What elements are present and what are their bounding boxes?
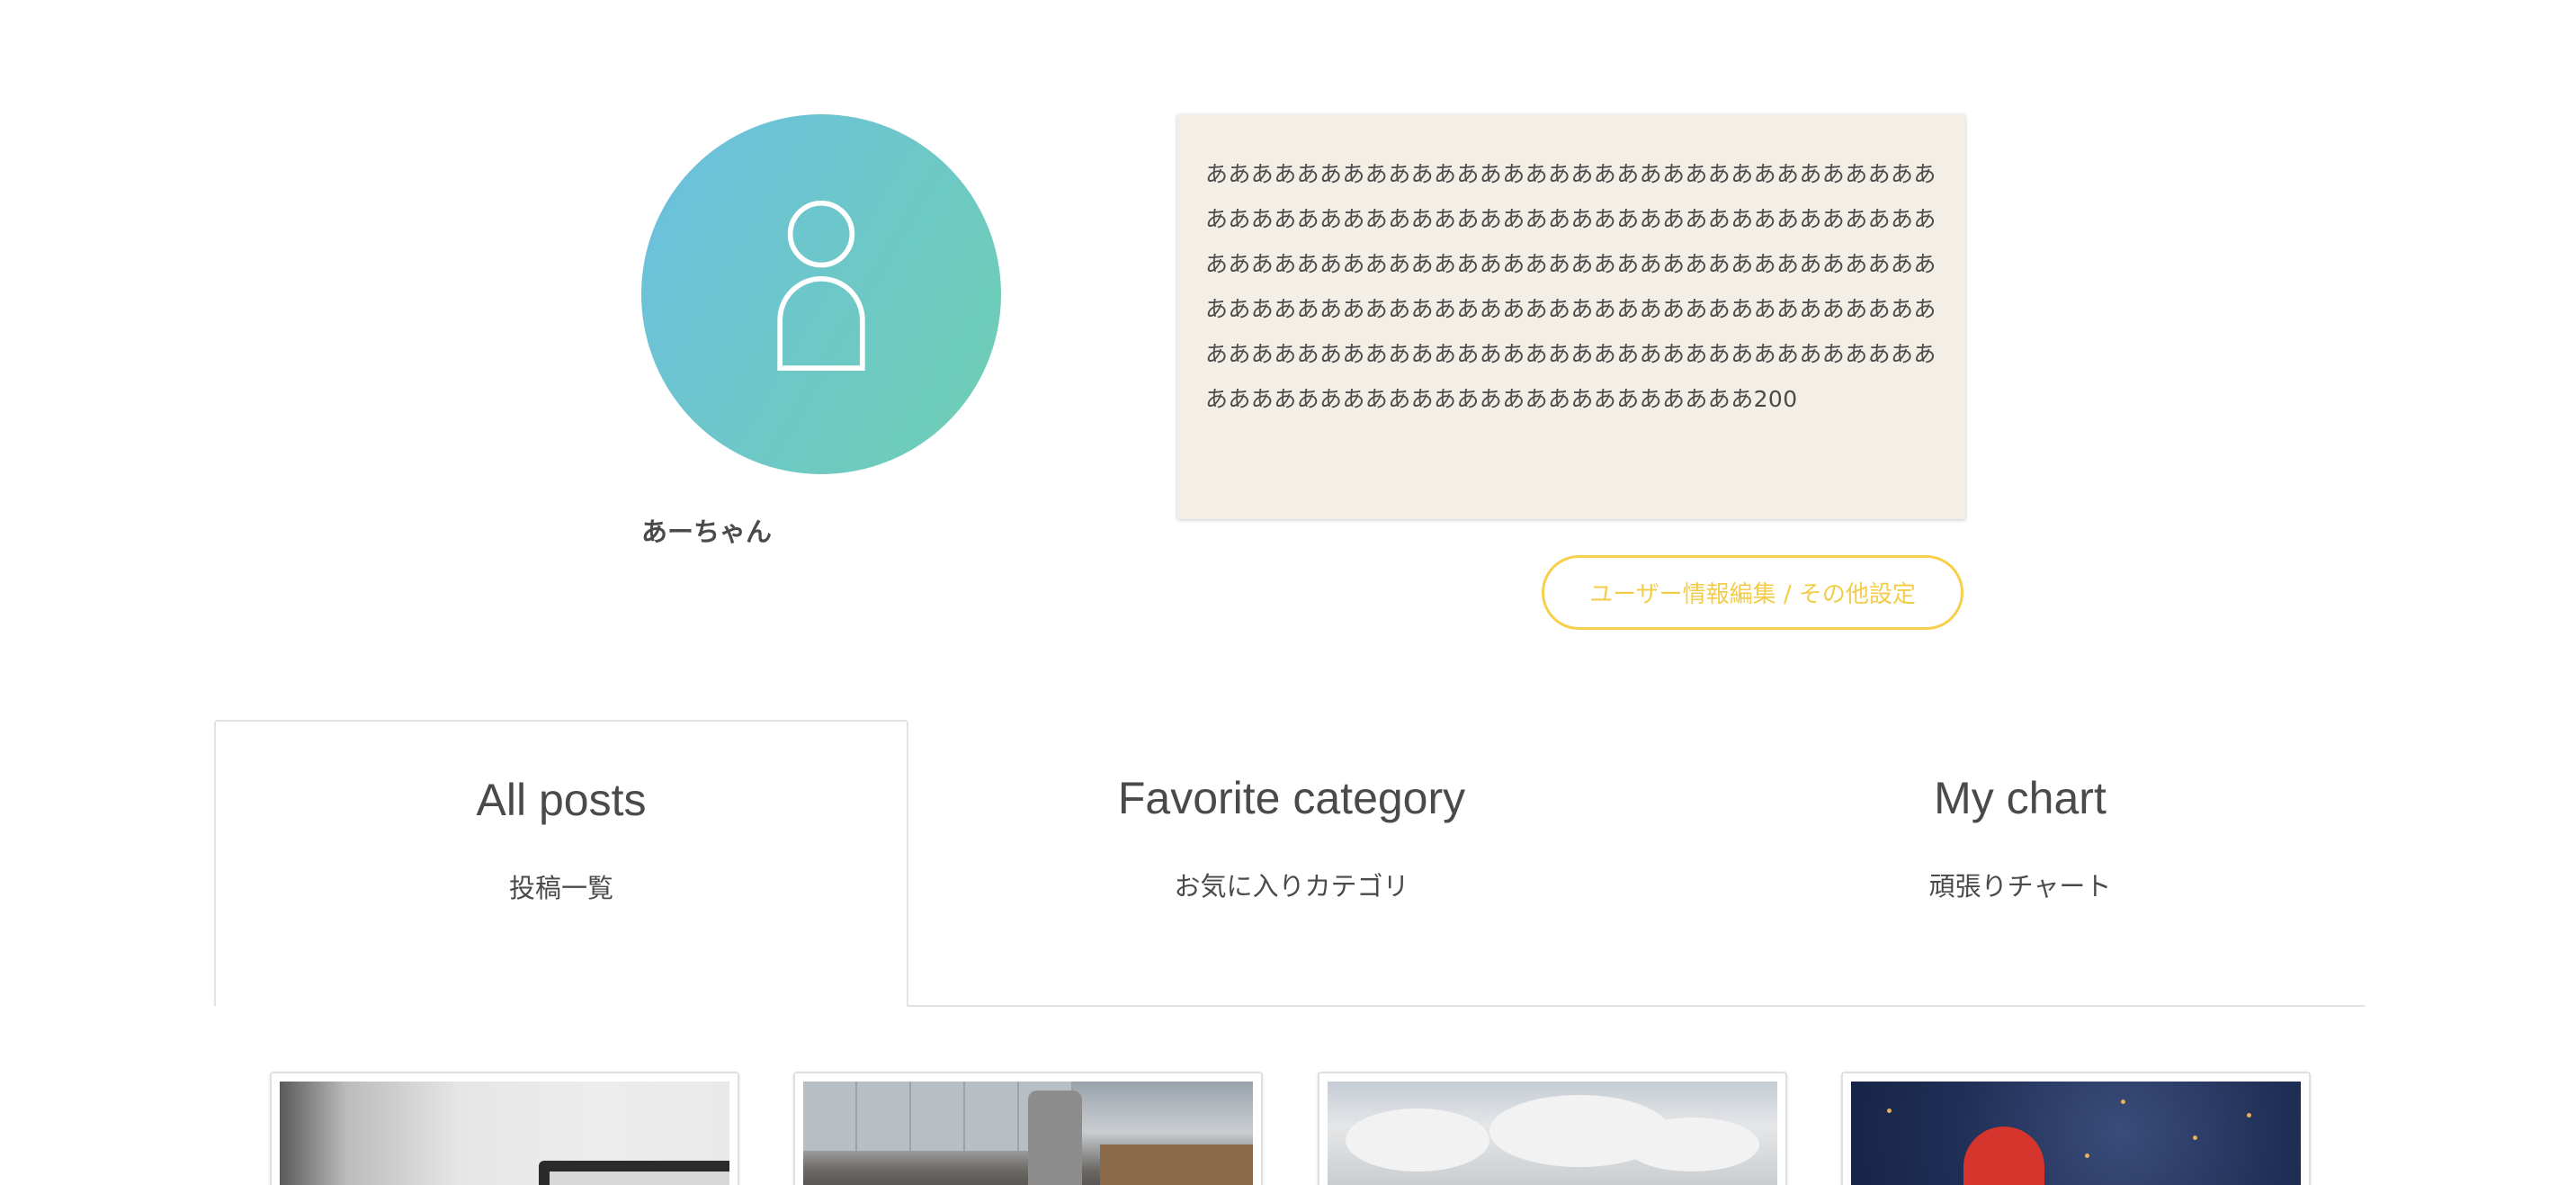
post-card[interactable] <box>1841 1072 2311 1185</box>
tab-title: Favorite category <box>1117 773 1466 823</box>
tab-title: All posts <box>476 775 647 825</box>
sky-clouds-photo <box>1328 1082 1777 1185</box>
kitchen-stove-photo <box>803 1082 1253 1185</box>
tab-subtitle: 投稿一覧 <box>508 873 613 903</box>
post-card[interactable] <box>270 1072 739 1185</box>
bio-box: ああああああああああああああああああああああああああああああああああああああああ… <box>1177 114 1965 519</box>
username: あーちゃん <box>641 516 773 547</box>
profile-page: あーちゃん ああああああああああああああああああああああああああああああああああ… <box>0 0 2576 1185</box>
avatar[interactable] <box>641 114 1001 474</box>
tab-all-posts[interactable]: All posts 投稿一覧 <box>214 720 908 1006</box>
post-card[interactable] <box>1318 1072 1787 1185</box>
tab-favorite-category[interactable]: Favorite category お気に入りカテゴリ <box>944 720 1639 1006</box>
tab-my-chart[interactable]: My chart 頑張りチャート <box>1673 720 2367 1006</box>
user-icon <box>777 200 865 371</box>
laptop-on-desk-photo <box>280 1082 729 1185</box>
edit-profile-button[interactable]: ユーザー情報編集 / その他設定 <box>1542 555 1963 630</box>
bio-text: ああああああああああああああああああああああああああああああああああああああああ… <box>1205 161 1936 412</box>
tab-subtitle: お気に入りカテゴリ <box>1174 871 1409 902</box>
post-card[interactable] <box>793 1072 1263 1185</box>
red-heart-balloon-photo <box>1851 1082 2301 1185</box>
tab-subtitle: 頑張りチャート <box>1928 871 2112 902</box>
tab-title: My chart <box>1934 773 2106 823</box>
